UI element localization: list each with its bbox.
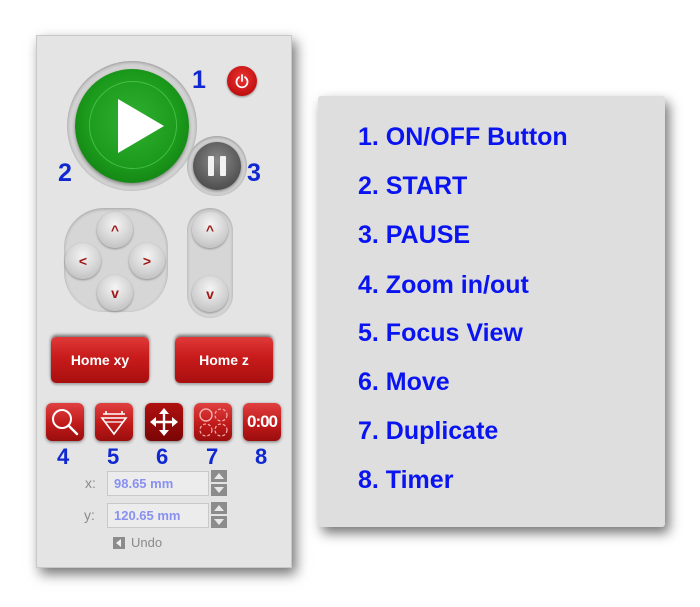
duplicate-button[interactable] bbox=[194, 403, 232, 441]
home-xy-button[interactable]: Home xy bbox=[51, 337, 149, 383]
chevron-left-icon: < bbox=[78, 253, 88, 269]
legend-item: 5. Focus View bbox=[358, 319, 523, 347]
z-down-button[interactable]: v bbox=[192, 276, 228, 312]
callout-4: 4 bbox=[57, 444, 70, 469]
chevron-down-icon: v bbox=[111, 285, 119, 301]
chevron-up-icon: ^ bbox=[205, 222, 215, 238]
undo-label: Undo bbox=[131, 535, 163, 550]
legend-item: 8. Timer bbox=[358, 466, 454, 494]
legend-item: 3. PAUSE bbox=[358, 221, 471, 249]
undo-button[interactable]: Undo bbox=[113, 535, 162, 550]
control-panel: 1 2 3 ^ < > v ^ v Home xy Home z 0:00 4 … bbox=[36, 35, 292, 568]
focus-view-button[interactable] bbox=[95, 403, 133, 441]
legend-item: 6. Move bbox=[358, 368, 450, 396]
duplicate-icon bbox=[199, 408, 228, 437]
callout-5: 5 bbox=[107, 444, 120, 469]
callout-3: 3 bbox=[247, 159, 261, 187]
x-label: x: bbox=[85, 475, 96, 491]
zoom-button[interactable] bbox=[46, 403, 84, 441]
timer-icon: 0:00 bbox=[246, 412, 278, 431]
callout-2: 2 bbox=[58, 159, 72, 187]
callout-6: 6 bbox=[156, 444, 169, 469]
x-decrement-button[interactable] bbox=[211, 484, 227, 496]
move-icon bbox=[150, 408, 178, 436]
chevron-down-icon: v bbox=[206, 286, 214, 302]
home-z-button[interactable]: Home z bbox=[175, 337, 273, 383]
y-label: y: bbox=[84, 507, 95, 523]
play-icon bbox=[118, 99, 164, 153]
move-down-button[interactable]: v bbox=[97, 275, 133, 311]
power-icon bbox=[235, 74, 249, 89]
x-stepper bbox=[211, 470, 227, 496]
chevron-up-icon: ^ bbox=[110, 222, 120, 238]
legend-item: 1. ON/OFF Button bbox=[358, 123, 568, 151]
chevron-right-icon: > bbox=[142, 253, 152, 269]
callout-1: 1 bbox=[192, 66, 206, 94]
move-up-button[interactable]: ^ bbox=[97, 212, 133, 248]
move-left-button[interactable]: < bbox=[65, 243, 101, 279]
pause-button[interactable] bbox=[193, 142, 241, 190]
y-decrement-button[interactable] bbox=[211, 516, 227, 528]
move-button[interactable] bbox=[145, 403, 183, 441]
focus-view-icon bbox=[100, 411, 128, 436]
legend-item: 4. Zoom in/out bbox=[358, 271, 529, 299]
callout-7: 7 bbox=[206, 444, 219, 469]
timer-button[interactable]: 0:00 bbox=[243, 403, 281, 441]
legend-item: 7. Duplicate bbox=[358, 417, 499, 445]
undo-arrow-icon bbox=[113, 536, 125, 549]
move-right-button[interactable]: > bbox=[129, 243, 165, 279]
y-increment-button[interactable] bbox=[211, 502, 227, 514]
start-button[interactable] bbox=[75, 69, 189, 183]
zoom-icon bbox=[52, 409, 79, 436]
callout-8: 8 bbox=[255, 444, 268, 469]
z-up-button[interactable]: ^ bbox=[192, 212, 228, 248]
y-coordinate-field[interactable]: 120.65 mm bbox=[107, 503, 209, 528]
legend-item: 2. START bbox=[358, 172, 468, 200]
x-increment-button[interactable] bbox=[211, 470, 227, 482]
x-coordinate-field[interactable]: 98.65 mm bbox=[107, 471, 209, 496]
legend-panel: 1. ON/OFF Button 2. START 3. PAUSE 4. Zo… bbox=[318, 96, 665, 527]
on-off-button[interactable] bbox=[227, 66, 257, 96]
y-stepper bbox=[211, 502, 227, 528]
